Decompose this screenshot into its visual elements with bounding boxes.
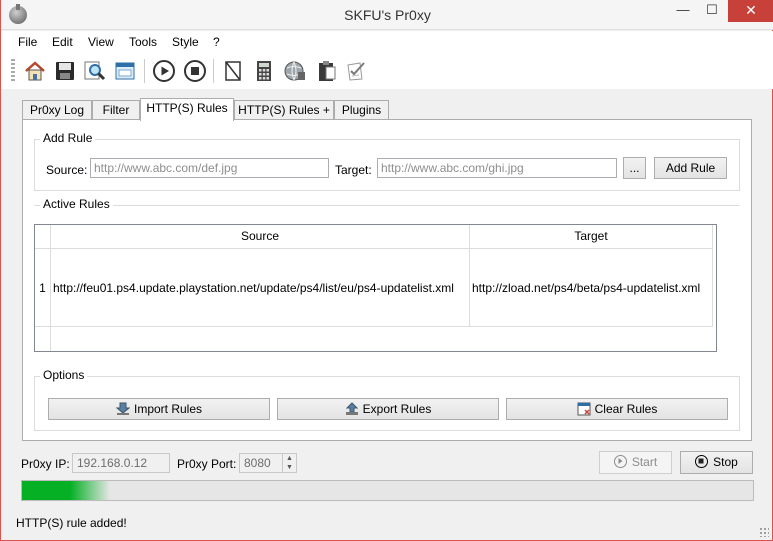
stop-button[interactable]: Stop	[680, 451, 753, 474]
column-header-target[interactable]: Target	[470, 225, 713, 249]
globe-icon[interactable]	[283, 59, 307, 83]
options-group: Options Import Rules Export Rules Clear …	[34, 368, 740, 431]
row-header-empty	[35, 327, 51, 351]
proxy-port-field[interactable]: 8080 ▲ ▼	[239, 453, 297, 473]
clipboard-icon[interactable]	[314, 59, 338, 83]
app-window: SKFU's Pr0xy — ☐ ✕ File Edit View Tools …	[0, 0, 773, 541]
clear-rules-label: Clear Rules	[594, 402, 658, 416]
stop-icon	[695, 455, 709, 468]
tab-https-rules-plus[interactable]: HTTP(S) Rules +	[234, 100, 334, 120]
play-icon[interactable]	[152, 59, 176, 83]
row-header[interactable]: 1	[35, 249, 51, 327]
save-icon[interactable]	[53, 59, 77, 83]
browse-button[interactable]: ...	[623, 157, 646, 179]
table-corner	[35, 225, 51, 249]
source-label: Source:	[46, 163, 88, 177]
stop-label: Stop	[713, 455, 738, 469]
proxy-port-label: Pr0xy Port:	[177, 457, 237, 471]
title-bar[interactable]: SKFU's Pr0xy — ☐ ✕	[1, 0, 773, 30]
active-rules-title: Active Rules	[40, 197, 113, 211]
document-icon[interactable]	[221, 59, 245, 83]
window-icon[interactable]	[113, 59, 137, 83]
home-icon[interactable]	[23, 59, 47, 83]
export-rules-label: Export Rules	[362, 402, 432, 416]
table-cell-target[interactable]: http://zload.net/ps4/beta/ps4-updatelist…	[470, 249, 713, 327]
import-rules-label: Import Rules	[133, 402, 203, 416]
add-rule-group: Add Rule Source: Target: ... Add Rule	[34, 131, 740, 191]
menu-tools[interactable]: Tools	[129, 35, 157, 49]
column-header-source[interactable]: Source	[51, 225, 470, 249]
status-text: HTTP(S) rule added!	[16, 516, 127, 530]
search-icon[interactable]	[83, 59, 107, 83]
window-title: SKFU's Pr0xy	[344, 7, 431, 23]
add-rule-button[interactable]: Add Rule	[654, 157, 727, 179]
stop-icon[interactable]	[183, 59, 207, 83]
checklist-icon[interactable]	[344, 59, 368, 83]
maximize-button[interactable]: ☐	[698, 0, 726, 22]
play-icon	[613, 455, 627, 468]
import-rules-button[interactable]: Import Rules	[48, 398, 270, 420]
toolbar	[1, 53, 773, 89]
export-rules-button[interactable]: Export Rules	[277, 398, 499, 420]
port-spinner-icon[interactable]: ▲ ▼	[282, 454, 296, 472]
menu-help[interactable]: ?	[213, 35, 220, 49]
clear-rules-button[interactable]: Clear Rules	[506, 398, 728, 420]
start-label: Start	[631, 455, 658, 469]
tab-plugins[interactable]: Plugins	[334, 100, 389, 120]
export-icon	[345, 402, 359, 416]
source-input[interactable]	[90, 158, 329, 178]
tab-filter[interactable]: Filter	[92, 100, 140, 120]
import-icon	[115, 402, 131, 416]
target-label: Target:	[335, 163, 372, 177]
https-rules-panel: Add Rule Source: Target: ... Add Rule Ac…	[22, 119, 752, 441]
close-button[interactable]: ✕	[728, 0, 773, 22]
tab-https-rules[interactable]: HTTP(S) Rules	[140, 98, 234, 121]
proxy-port-value: 8080	[244, 456, 271, 470]
menu-style[interactable]: Style	[172, 35, 199, 49]
progress-bar	[21, 480, 754, 501]
menu-file[interactable]: File	[18, 35, 37, 49]
progress-fill	[22, 481, 110, 500]
tab-proxy-log[interactable]: Pr0xy Log	[22, 100, 92, 120]
minimize-button[interactable]: —	[669, 0, 697, 22]
start-button[interactable]: Start	[599, 451, 672, 474]
menu-edit[interactable]: Edit	[52, 35, 73, 49]
toolbar-separator	[213, 59, 214, 83]
rules-table[interactable]: Source Target 1 http://feu01.ps4.update.…	[34, 224, 717, 352]
target-input[interactable]	[377, 158, 617, 178]
resize-grip-icon[interactable]	[759, 527, 769, 537]
toolbar-grip[interactable]	[11, 59, 15, 83]
proxy-ip-label: Pr0xy IP:	[21, 457, 70, 471]
menu-bar: File Edit View Tools Style ?	[1, 31, 773, 53]
proxy-ip-field[interactable]: 192.168.0.12	[72, 453, 170, 473]
options-title: Options	[40, 368, 88, 382]
menu-view[interactable]: View	[88, 35, 114, 49]
clear-icon	[577, 402, 591, 416]
table-cell-source[interactable]: http://feu01.ps4.update.playstation.net/…	[51, 249, 470, 327]
toolbar-separator	[144, 59, 145, 83]
calculator-icon[interactable]	[252, 59, 276, 83]
add-rule-title: Add Rule	[40, 131, 96, 145]
